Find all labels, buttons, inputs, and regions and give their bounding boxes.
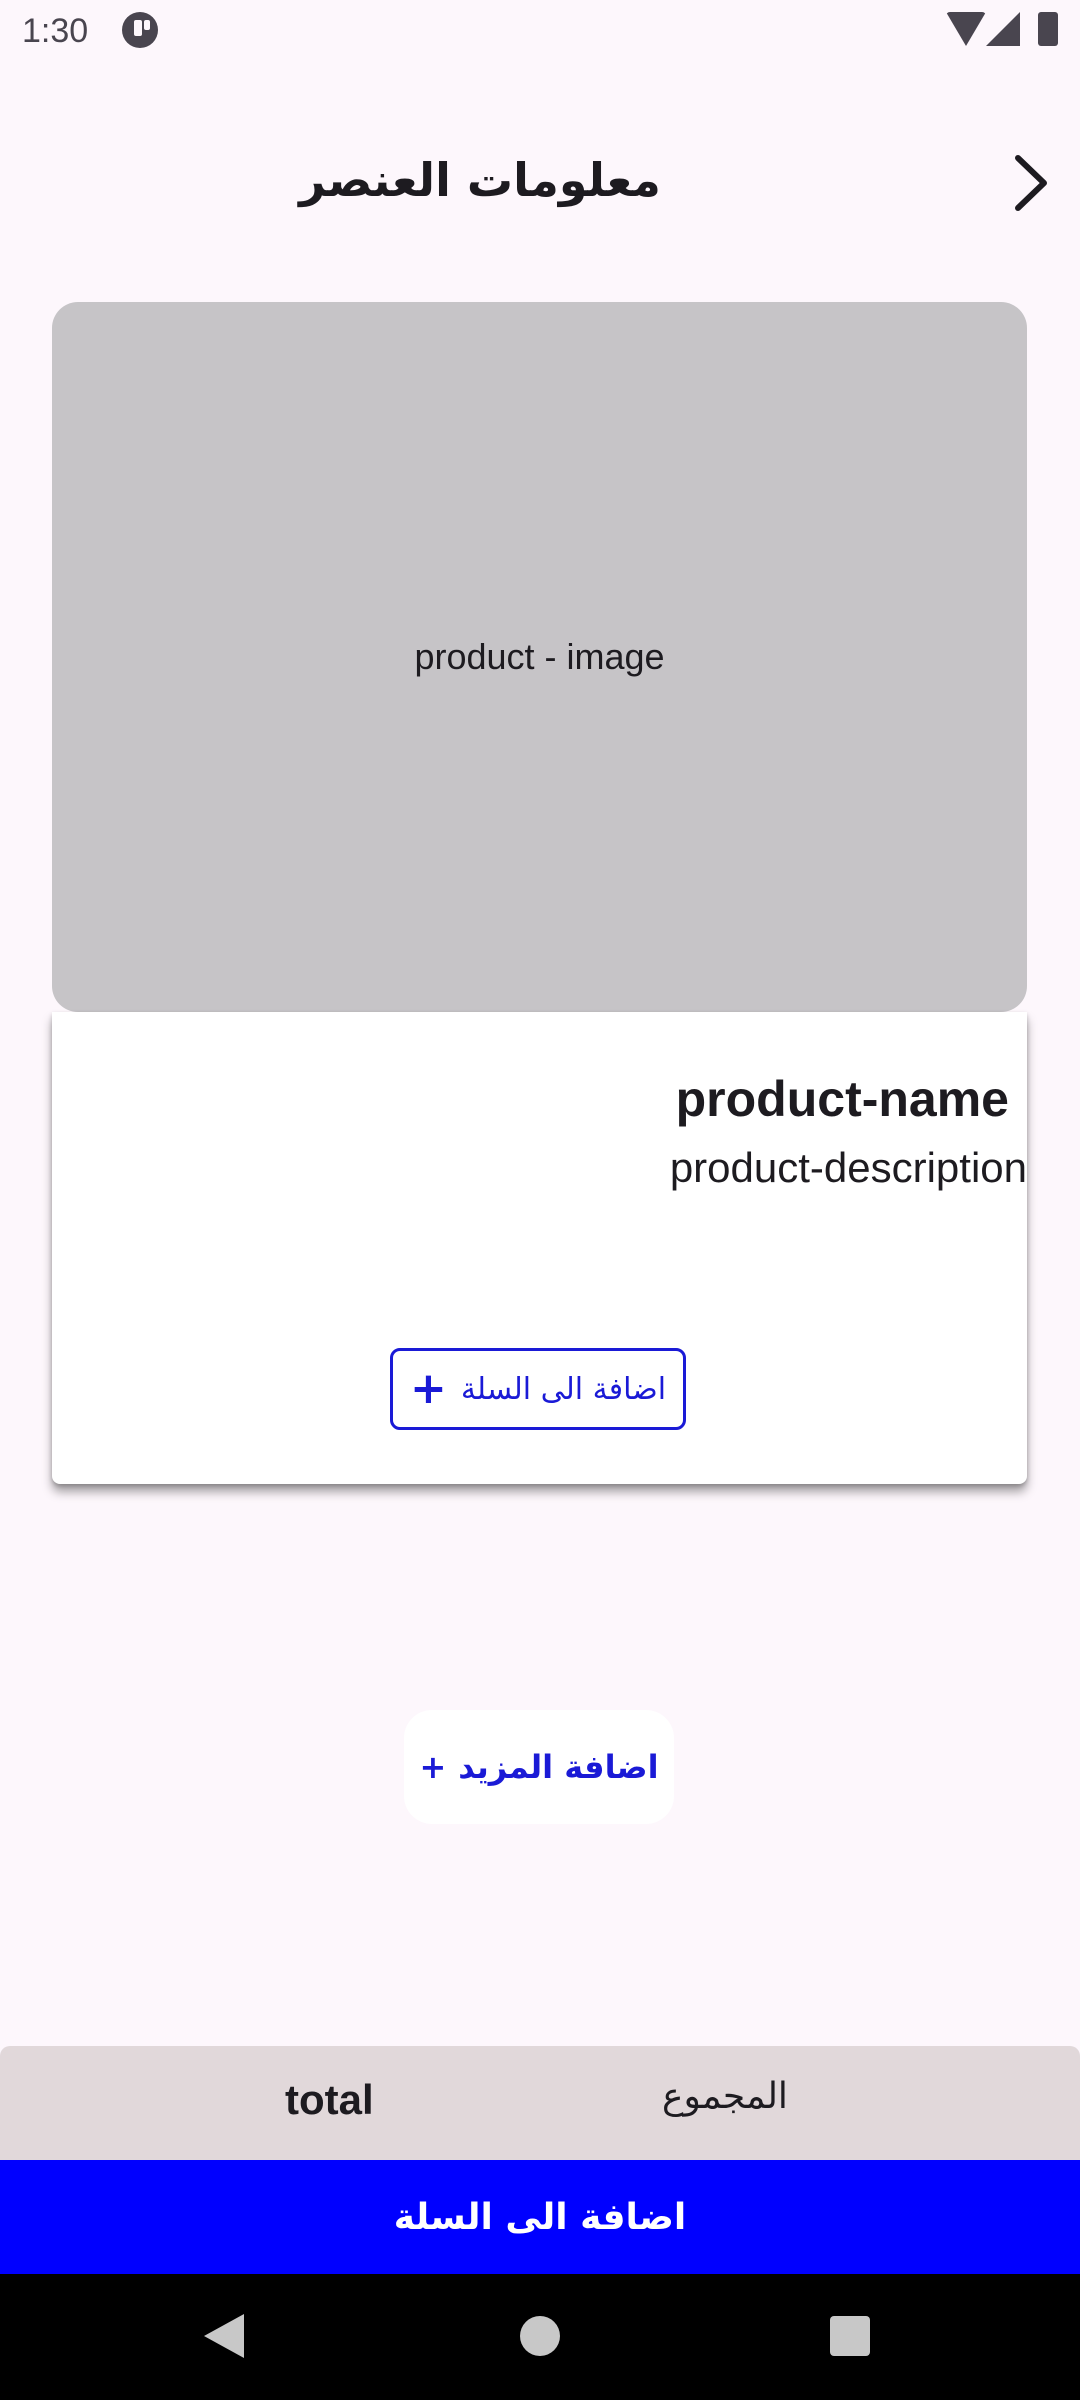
product-image: product - image	[52, 302, 1027, 1012]
plus-icon: +	[409, 1363, 447, 1414]
add-more-label: اضافة المزيد	[458, 1748, 659, 1786]
add-more-button[interactable]: + اضافة المزيد	[404, 1710, 674, 1824]
nav-back-icon[interactable]	[204, 2314, 244, 2358]
chevron-right-icon	[1015, 155, 1047, 211]
plus-icon: +	[419, 1748, 447, 1786]
add-to-cart-label: اضافة الى السلة	[460, 1371, 667, 1407]
nav-recents-icon[interactable]	[830, 2316, 870, 2356]
wifi-icon	[946, 12, 986, 46]
system-nav-bar	[0, 2274, 1080, 2400]
product-name: product-name	[675, 1071, 1009, 1127]
add-to-cart-primary-label: اضافة الى السلة	[393, 2196, 687, 2238]
product-image-label: product - image	[414, 636, 665, 677]
product-description: product-description	[669, 1144, 1027, 1191]
product-card: product-name product-description + اضافة…	[52, 1012, 1027, 1484]
page-title: معلومات العنصر	[299, 153, 661, 207]
battery-icon	[1038, 12, 1058, 46]
status-time: 1:30	[22, 12, 89, 50]
add-to-cart-primary-button[interactable]: اضافة الى السلة	[0, 2160, 1080, 2274]
signal-icon	[986, 12, 1020, 46]
total-value: total	[285, 2076, 374, 2123]
total-bar: total المجموع	[0, 2046, 1080, 2160]
back-button[interactable]	[1000, 150, 1060, 216]
add-to-cart-button[interactable]: + اضافة الى السلة	[390, 1348, 686, 1430]
nav-home-icon[interactable]	[520, 2316, 560, 2356]
total-label: المجموع	[662, 2076, 788, 2117]
app-notification-icon	[122, 12, 158, 48]
